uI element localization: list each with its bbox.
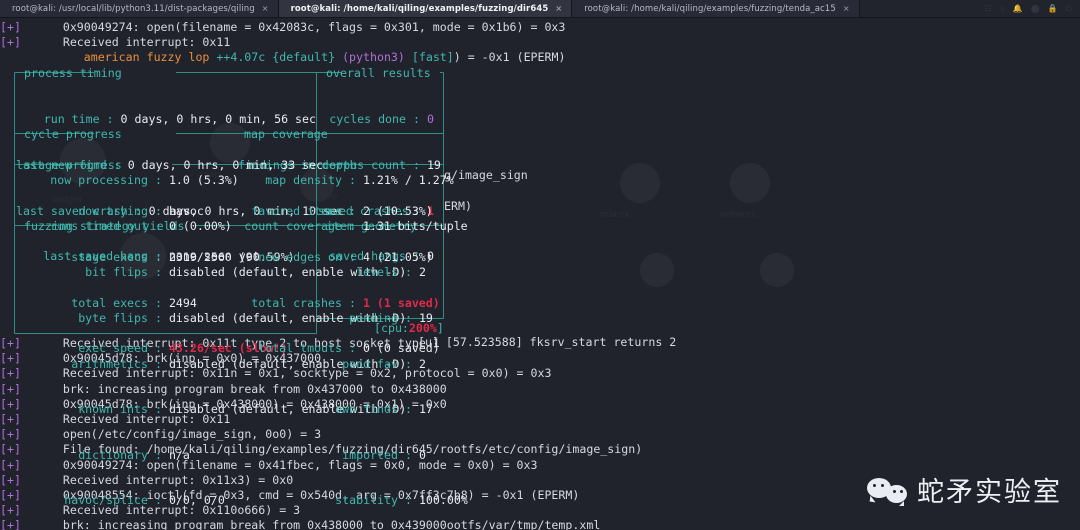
row-value: 0/0, 0/0: [168, 493, 225, 508]
row-value: havoc: [168, 204, 204, 219]
row-label: known ints: [78, 402, 148, 417]
system-tray: ☷ ▯ 🔔 ⬤ 🔒 ⏻: [977, 0, 1080, 17]
tab-label: root@kali: /home/kali/qiling/examples/fu…: [584, 3, 836, 14]
lock-icon[interactable]: 🔒: [1048, 4, 1058, 13]
bell-icon[interactable]: 🔔: [1013, 4, 1023, 13]
row-label: imported: [342, 447, 398, 462]
log-tag: [+]: [0, 35, 21, 50]
cpu-suffix: ]: [436, 321, 444, 335]
tab-qiling-dist-packages[interactable]: root@kali: /usr/local/lib/python3.11/dis…: [0, 0, 279, 17]
row-value: 0: [418, 447, 426, 462]
row-label: byte flips: [78, 311, 148, 326]
close-icon[interactable]: ×: [843, 4, 850, 13]
row-value: 0 days, 0 hrs, 0 min, 56 sec: [120, 112, 316, 127]
row-value: n/a: [168, 447, 190, 462]
row-value: 100.00%: [418, 493, 468, 508]
log-text: Received interrupt: 0x11: [20, 35, 231, 50]
log-text: 0x90049274: open(filename = 0x42083c, fl…: [20, 20, 566, 34]
row-label: stability: [335, 493, 398, 508]
tab-label: root@kali: /home/kali/qiling/examples/fu…: [290, 3, 549, 14]
tab-fuzzing-dir645[interactable]: root@kali: /home/kali/qiling/examples/fu…: [278, 0, 573, 17]
row-label: bit flips: [85, 265, 148, 280]
log-line-top-1: [+] 0x90049274: open(filename = 0x42083c…: [0, 20, 1080, 35]
row-label: dictionary: [78, 447, 148, 462]
banner-tail: ) = -0x1 (EPERM): [453, 50, 566, 65]
row-value: 17: [418, 402, 433, 417]
section-title-process-timing: process timing: [24, 66, 122, 80]
close-icon[interactable]: ×: [555, 4, 562, 13]
terminal-tabbar: root@kali: /usr/local/lib/python3.11/dis…: [0, 0, 1080, 18]
wechat-icon: [867, 478, 907, 508]
watermark-label: 蛇矛实验室: [917, 477, 1062, 509]
row-label: cycles done: [329, 112, 406, 127]
afl-status-panel: process timing overall results cycle pro…: [6, 58, 468, 530]
row-label: pend fav: [342, 356, 398, 371]
row-label: havoc/splice: [64, 493, 148, 508]
row-label: run time: [43, 112, 100, 127]
row-value: 2: [418, 356, 426, 371]
row-label: now trying: [78, 204, 148, 219]
item-geometry-rows: levels : 2 pending : 19 pend fav : 2 own…: [318, 235, 468, 530]
log-tag: [+]: [0, 20, 21, 34]
row-value: 0: [426, 112, 434, 127]
cpu-indicator: [cpu:200%]: [374, 321, 444, 336]
row-label: own finds: [335, 402, 398, 417]
shield-icon[interactable]: ⬤: [1031, 4, 1040, 13]
network-icon[interactable]: ☷: [985, 4, 992, 13]
display-icon[interactable]: ▯: [1000, 4, 1005, 13]
section-title-overall-results: overall results: [326, 66, 431, 80]
terminal-body[interactable]: widget map wirefile matrix network [+] 0…: [0, 18, 1080, 530]
cpu-value: 200%: [408, 321, 437, 335]
power-icon[interactable]: ⏻: [1066, 4, 1072, 14]
row-value: 2 (10.53%): [362, 204, 433, 219]
row-label: arithmetics: [71, 356, 148, 371]
cpu-prefix: [cpu:: [374, 321, 409, 335]
row-label: levels: [356, 265, 398, 280]
tabbar-empty-space: [859, 0, 977, 17]
tab-fuzzing-tenda-ac15[interactable]: root@kali: /home/kali/qiling/examples/fu…: [572, 0, 860, 17]
close-icon[interactable]: ×: [262, 4, 269, 13]
row-value: 2: [418, 265, 426, 280]
wechat-watermark: 蛇矛实验室: [867, 478, 1062, 508]
log-line-top-2: [+] Received interrupt: 0x11: [0, 35, 1080, 50]
row-label: favored items: [251, 204, 342, 219]
tab-label: root@kali: /usr/local/lib/python3.11/dis…: [12, 3, 255, 14]
